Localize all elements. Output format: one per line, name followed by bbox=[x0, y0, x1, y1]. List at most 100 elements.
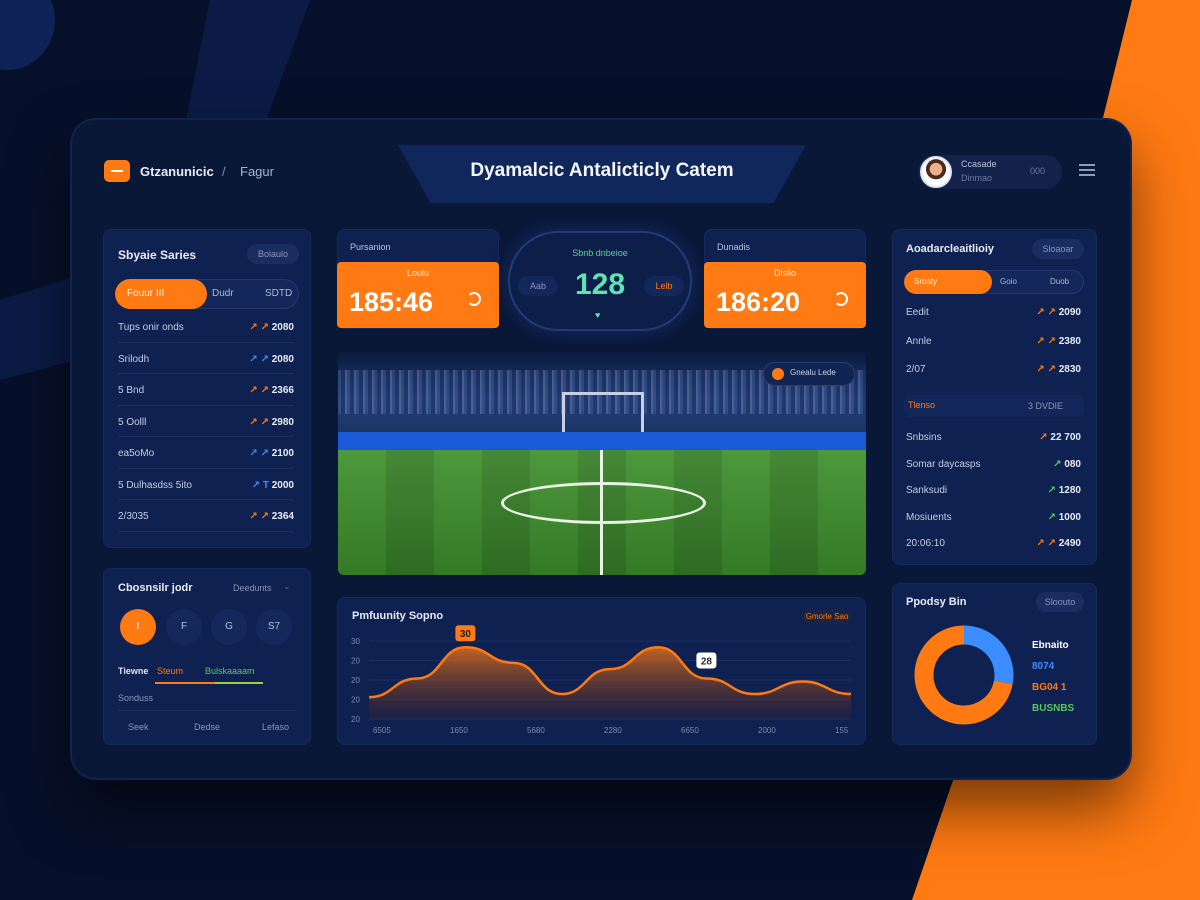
x-tick-label: 5680 bbox=[527, 726, 545, 735]
list-item[interactable]: 2/3035 ↗ ↗ 2364 bbox=[118, 511, 294, 522]
list-item[interactable]: Mosiuents ↗ 1000 bbox=[906, 512, 1081, 523]
hamburger-menu-icon[interactable] bbox=[1079, 164, 1095, 176]
option-button-4[interactable]: S7 bbox=[256, 609, 292, 645]
center-right-chip[interactable]: Lelb bbox=[644, 276, 684, 296]
tab-sroaty[interactable]: Sroaty bbox=[914, 270, 937, 294]
area-chart-title: Pmfuunity Sopno bbox=[352, 610, 444, 622]
list-item[interactable]: Eedit ↗ ↗ 2090 bbox=[906, 307, 1081, 318]
page-title: Dyamalcic Antalicticly Catem bbox=[470, 160, 734, 181]
list-item[interactable]: 5 Oolll ↗ ↗ 2980 bbox=[118, 417, 294, 428]
list-item[interactable]: ea5oMo ↗ ↗ 2100 bbox=[118, 448, 294, 459]
list-item-label: 5 Bnd bbox=[118, 385, 145, 396]
donut-chart bbox=[914, 625, 1014, 725]
trend-arrow-icon: ↗ bbox=[1047, 511, 1059, 523]
option-button-3[interactable]: G bbox=[211, 609, 247, 645]
list-item[interactable]: 20:06:10 ↗ ↗ 2490 bbox=[906, 538, 1081, 549]
chevron-down-icon[interactable]: ⌄ bbox=[283, 581, 291, 592]
trend-arrow-icon: ↗ ↗ bbox=[1036, 335, 1059, 347]
trend-arrow-icon: ↗ ↗ bbox=[1036, 307, 1059, 318]
list-item-label: ea5oMo bbox=[118, 448, 155, 459]
y-tick-label: 20 bbox=[351, 715, 360, 724]
activity-section-left: Tlenso bbox=[908, 400, 936, 410]
list-item[interactable]: Srilodh ↗ ↗ 2080 bbox=[118, 354, 294, 365]
score-left-header: Pursanion bbox=[350, 242, 391, 252]
list-item-value: ↗ ↗ 2980 bbox=[249, 416, 294, 428]
trend-arrow-icon: ↗ ↗ bbox=[1036, 538, 1059, 549]
row-divider bbox=[118, 404, 294, 406]
stadium-field-image bbox=[338, 352, 866, 575]
avatar[interactable] bbox=[920, 156, 952, 188]
list-item[interactable]: Snbsins ↗ 22 700 bbox=[906, 432, 1081, 443]
option-button-1[interactable]: I bbox=[120, 609, 156, 645]
tab-fouur[interactable]: Fouur III bbox=[127, 279, 164, 309]
donut-legend-item: BUSNBS bbox=[1032, 703, 1075, 714]
list-item[interactable]: Annle ↗ ↗ 2380 bbox=[906, 336, 1081, 347]
list-item-label: Snbsins bbox=[906, 432, 942, 443]
donut-filter-chip[interactable]: Sloouto bbox=[1036, 592, 1084, 612]
controls-panel-title: Cbosnsilr jodr bbox=[118, 582, 193, 594]
list-item[interactable]: 5 Bnd ↗ ↗ 2366 bbox=[118, 385, 294, 396]
trend-arrow-icon: ↗ T bbox=[251, 479, 272, 491]
score-right-value: 186:20 bbox=[716, 287, 801, 317]
area-chart-chip[interactable]: Gmorle Sao bbox=[802, 610, 852, 624]
activity-filter-chip[interactable]: Sloaoar bbox=[1032, 239, 1084, 259]
list-item-value: ↗ ↗ 2366 bbox=[249, 385, 294, 396]
trend-arrow-icon: ↗ bbox=[1053, 458, 1065, 470]
list-item[interactable]: Tups onir onds ↗ ↗ 2080 bbox=[118, 322, 294, 333]
annotation-label: 30 bbox=[460, 629, 472, 640]
list-item-label: 20:06:10 bbox=[906, 538, 945, 549]
tab-goio[interactable]: Goio bbox=[1000, 270, 1017, 294]
tab-dudr[interactable]: Dudr bbox=[212, 279, 234, 309]
list-item-value: ↗ ↗ 2490 bbox=[1036, 538, 1081, 549]
y-tick-label: 20 bbox=[351, 657, 360, 666]
activity-section-right: 3 DVDIE bbox=[1028, 401, 1064, 411]
list-item[interactable]: 5 Dulhasdss 5ito ↗ T 2000 bbox=[118, 480, 294, 491]
list-item-label: Eedit bbox=[906, 307, 929, 318]
donut-legend-item: 8074 bbox=[1032, 661, 1055, 672]
legend-green-bar bbox=[215, 682, 263, 684]
score-right-header: Dunadis bbox=[717, 242, 751, 252]
brand-name[interactable]: Gtzanunicic bbox=[140, 164, 214, 179]
list-item-label: 2/3035 bbox=[118, 511, 149, 522]
center-left-chip[interactable]: Aab bbox=[518, 276, 558, 296]
controls-tick-1: Seek bbox=[128, 722, 149, 732]
list-item-value: ↗ T 2000 bbox=[251, 479, 294, 491]
option-button-2[interactable]: F bbox=[166, 609, 202, 645]
donut-legend-item: BG04 1 bbox=[1032, 682, 1067, 693]
field-live-badge[interactable]: Gnealu Lede bbox=[764, 363, 854, 385]
list-item[interactable]: Somar daycasps ↗ 080 bbox=[906, 459, 1081, 470]
list-item-label: Annle bbox=[906, 335, 932, 347]
x-tick-label: 2000 bbox=[758, 726, 776, 735]
controls-filter[interactable]: Deedunts bbox=[233, 583, 272, 593]
logo-icon[interactable] bbox=[104, 160, 130, 182]
series-filter-chip[interactable]: Boiaulo bbox=[247, 244, 299, 264]
tab-sdtd[interactable]: SDTD bbox=[265, 279, 292, 309]
user-count: 000 bbox=[1030, 166, 1046, 176]
list-item-value: ↗ 1000 bbox=[1047, 511, 1081, 523]
row-divider bbox=[118, 436, 294, 438]
trend-arrow-icon: ↗ bbox=[1039, 432, 1051, 443]
breadcrumb-page[interactable]: Fagur bbox=[240, 164, 274, 179]
list-item-label: Srilodh bbox=[118, 353, 150, 365]
trend-arrow-icon: ↗ ↗ bbox=[249, 511, 272, 522]
donut-slice bbox=[963, 625, 1014, 685]
trend-arrow-icon: ↗ bbox=[1047, 485, 1059, 496]
donut-panel-title: Ppodsy Bin bbox=[906, 596, 967, 608]
row-divider bbox=[118, 530, 294, 532]
series-panel-title: Sbyaie Saries bbox=[118, 248, 197, 262]
y-tick-label: 30 bbox=[351, 637, 360, 646]
area-fill bbox=[369, 647, 851, 719]
annotation-label: 28 bbox=[701, 656, 713, 667]
list-item[interactable]: Sanksudi ↗ 1280 bbox=[906, 485, 1081, 496]
activity-tab-group: Sroaty Goio Duob bbox=[904, 270, 1084, 294]
row-divider bbox=[118, 373, 294, 375]
x-tick-label: 2280 bbox=[604, 726, 622, 735]
list-item-value: ↗ ↗ 2364 bbox=[249, 511, 294, 522]
tab-duob[interactable]: Duob bbox=[1050, 270, 1069, 294]
list-item-label: Mosiuents bbox=[906, 511, 952, 523]
x-tick-label: 1650 bbox=[450, 726, 468, 735]
row-divider bbox=[118, 341, 294, 343]
row-divider bbox=[118, 467, 294, 469]
list-item[interactable]: 2/07 ↗ ↗ 2830 bbox=[906, 364, 1081, 375]
breadcrumb-separator: / bbox=[222, 164, 226, 179]
